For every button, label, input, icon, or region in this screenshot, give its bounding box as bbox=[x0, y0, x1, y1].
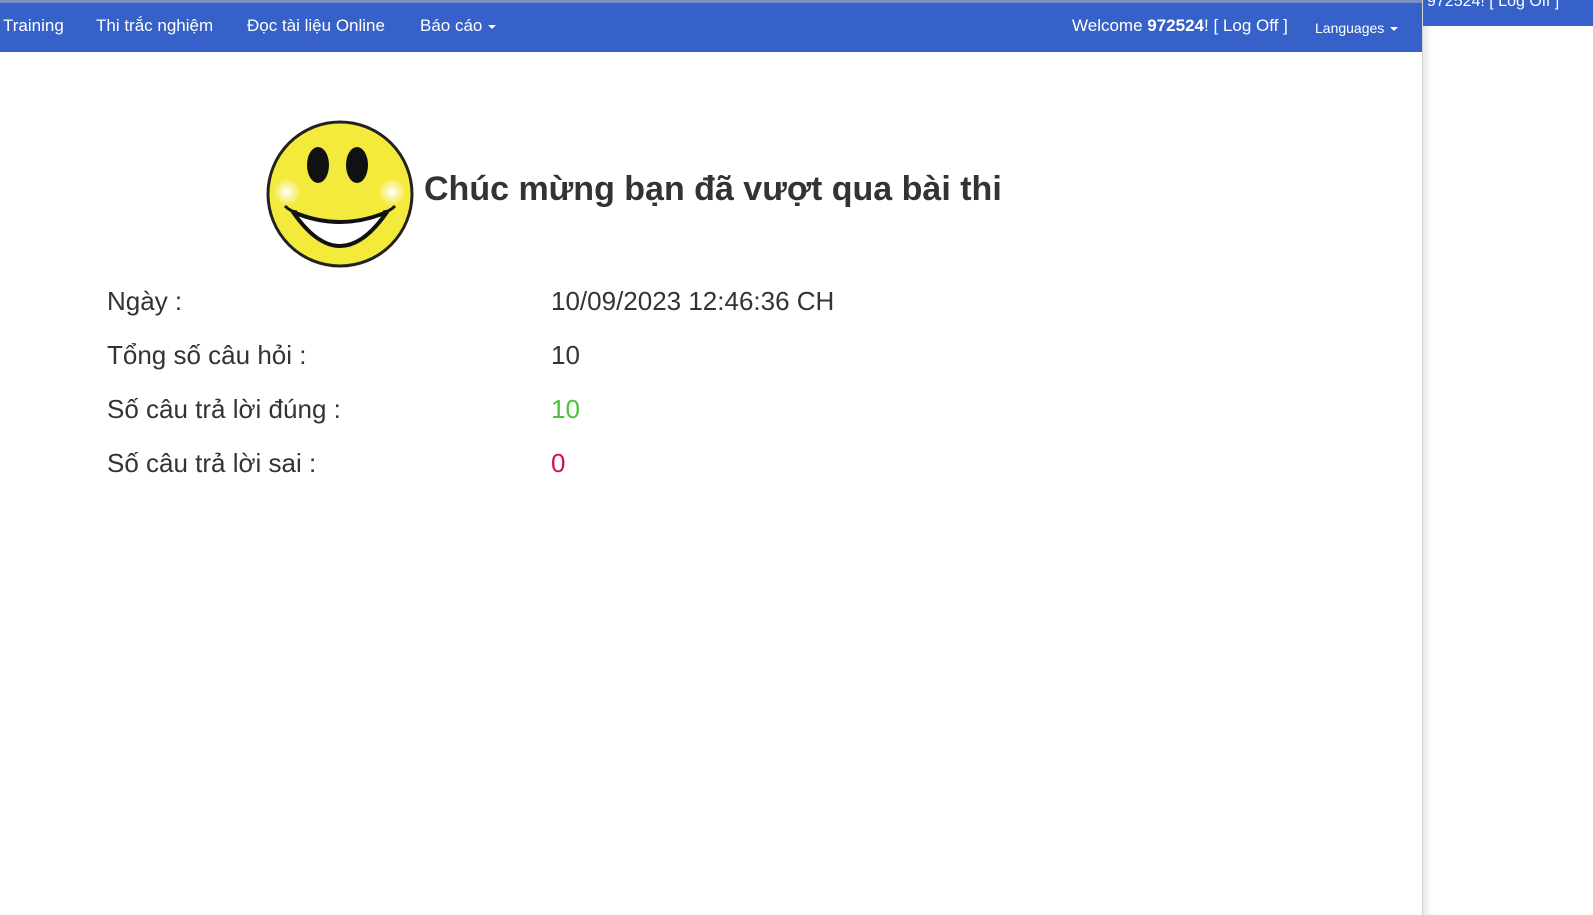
welcome-message: Welcome 972524! [ Log Off ] bbox=[1072, 16, 1288, 36]
wrong-answers-label: Số câu trả lời sai : bbox=[107, 448, 317, 478]
username: 972524 bbox=[1147, 16, 1204, 35]
logoff-link[interactable]: Log Off bbox=[1223, 16, 1278, 35]
background-window: 972524! [ Log Off ] bbox=[1423, 0, 1593, 915]
welcome-prefix: Welcome bbox=[1072, 16, 1148, 35]
caret-down-icon bbox=[488, 24, 497, 29]
correct-answers-value: 10 bbox=[551, 394, 580, 424]
nav-read-docs-link[interactable]: Đọc tài liệu Online bbox=[247, 16, 385, 36]
background-window-navbar: 972524! [ Log Off ] bbox=[1423, 0, 1593, 26]
total-questions-value: 10 bbox=[551, 340, 580, 370]
top-navbar: Training Thi trắc nghiệm Đọc tài liệu On… bbox=[0, 0, 1422, 52]
total-questions-label: Tổng số câu hỏi : bbox=[107, 340, 307, 370]
success-heading: Chúc mừng bạn đã vượt qua bài thi bbox=[424, 170, 1002, 208]
date-label: Ngày : bbox=[107, 286, 183, 316]
welcome-bracket-open: ! [ bbox=[1204, 16, 1223, 35]
nav-training-link[interactable]: Training bbox=[3, 16, 64, 36]
welcome-bracket-close: ] bbox=[1278, 16, 1288, 35]
background-window-welcome: 972524! [ Log Off ] bbox=[1427, 0, 1560, 10]
correct-answers-label: Số câu trả lời đúng : bbox=[107, 394, 341, 424]
languages-label: Languages bbox=[1315, 20, 1385, 36]
date-value: 10/09/2023 12:46:36 CH bbox=[551, 286, 835, 316]
wrong-answers-value: 0 bbox=[551, 448, 566, 478]
caret-down-icon bbox=[1390, 27, 1399, 32]
smiley-face-icon bbox=[266, 120, 414, 268]
main-window: Training Thi trắc nghiệm Đọc tài liệu On… bbox=[0, 0, 1423, 915]
nav-report-label: Báo cáo bbox=[420, 16, 483, 35]
nav-quiz-link[interactable]: Thi trắc nghiệm bbox=[96, 16, 213, 36]
languages-dropdown[interactable]: Languages bbox=[1315, 20, 1399, 36]
nav-report-dropdown[interactable]: Báo cáo bbox=[420, 16, 497, 36]
